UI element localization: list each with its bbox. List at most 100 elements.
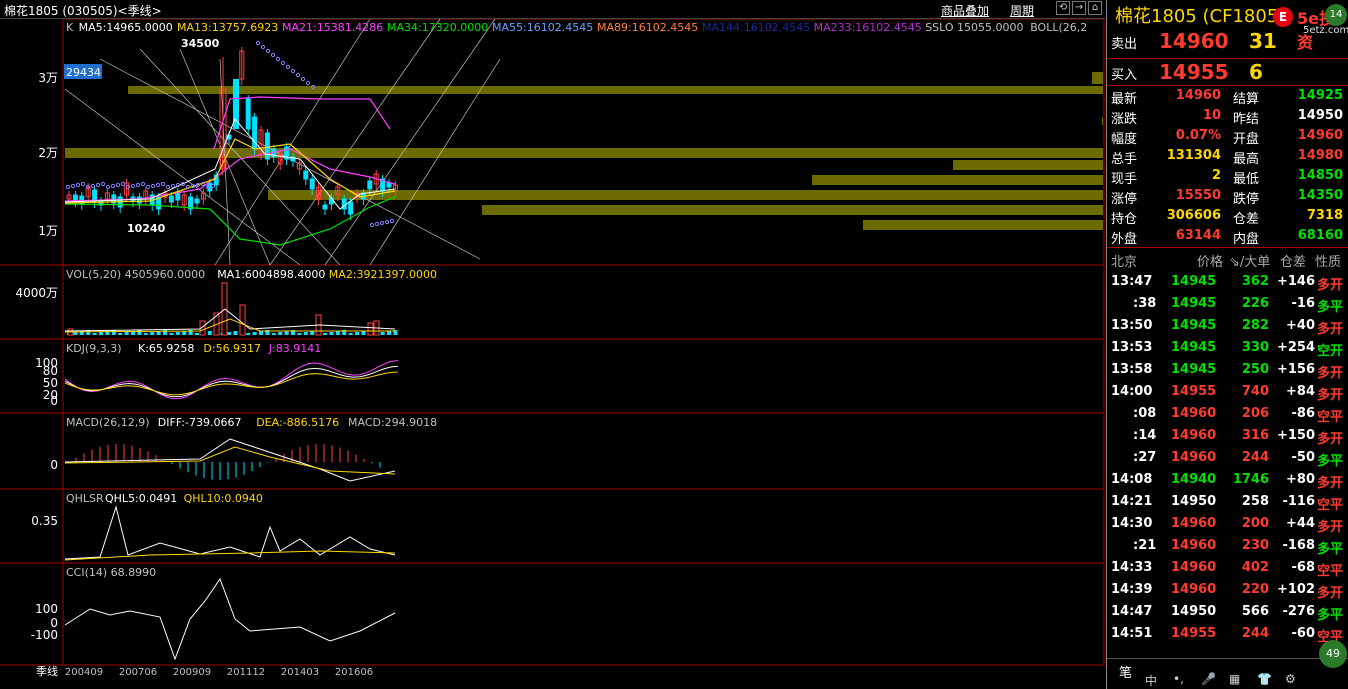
tick-nature: 多开 xyxy=(1317,388,1344,403)
stat-value: 14980 xyxy=(1297,148,1343,163)
tick-price: 14960 xyxy=(1171,582,1217,597)
sar-dot xyxy=(150,183,156,189)
cci-line xyxy=(64,577,396,661)
legend-item: QHL5:0.0491 xyxy=(105,492,177,505)
overlay-button[interactable]: 商品叠加 xyxy=(941,2,989,19)
volume-bar xyxy=(124,332,129,335)
tick-row[interactable]: 13:50 14945 282 +40 多开 xyxy=(1107,315,1348,337)
legend-item: D:56.9317 xyxy=(203,342,261,355)
tick-oi-change: +150 xyxy=(1276,428,1315,443)
tick-volume: 362 xyxy=(1241,274,1269,289)
macd-diff-line xyxy=(64,438,396,482)
toolbar-icon[interactable]: 🎤 xyxy=(1201,672,1216,686)
volume-profile-bar xyxy=(1102,117,1103,125)
chart-header: 棉花1805 (030505)<季线> 商品叠加 周期 ⟲ → ⌂ xyxy=(0,0,1105,19)
tick-row[interactable]: :21 14960 230 -168 多平 xyxy=(1107,535,1348,557)
tick-row[interactable]: :38 14945 226 -16 多平 xyxy=(1107,293,1348,315)
stat-label: 总手 xyxy=(1111,152,1138,167)
candle-body xyxy=(386,182,392,188)
candle-body xyxy=(322,204,328,210)
tick-row[interactable]: 14:47 14950 566 -276 多平 xyxy=(1107,601,1348,623)
tick-row[interactable]: 14:51 14955 244 -60 空平 xyxy=(1107,623,1348,645)
sar-dot xyxy=(90,183,96,189)
toolbar-icon[interactable]: 👕 xyxy=(1257,672,1272,686)
toolbar-icon[interactable]: ▦ xyxy=(1229,672,1240,686)
volume-bar xyxy=(348,333,353,335)
stat-label: 结算 xyxy=(1233,92,1260,107)
volume-bar xyxy=(246,333,251,335)
tick-row[interactable]: 13:53 14945 330 +254 空开 xyxy=(1107,337,1348,359)
volume-bar xyxy=(259,331,263,335)
tick-row[interactable]: 14:33 14960 402 -68 空平 xyxy=(1107,557,1348,579)
volume-bar xyxy=(387,331,391,335)
toolbar-icon[interactable]: 中 xyxy=(1145,672,1157,689)
price-axis-label: 1万 xyxy=(38,224,58,238)
kline-chart-area[interactable]: 3万2万1万4000万100805020000.351000-100季线 2004… xyxy=(0,19,1105,689)
tick-oi-change: +84 xyxy=(1286,384,1315,399)
tick-row[interactable]: :27 14960 244 -50 多平 xyxy=(1107,447,1348,469)
cursor-value: 29434 xyxy=(66,66,101,79)
sar-dot xyxy=(165,184,171,190)
legend-item: CCI(14) 68.8990 xyxy=(66,566,156,579)
tick-time: 13:50 xyxy=(1111,318,1153,333)
forward-icon[interactable]: → xyxy=(1072,1,1086,15)
stat-value: 15550 xyxy=(1175,188,1221,203)
sar-dot xyxy=(210,183,216,189)
tick-row[interactable]: 14:30 14960 200 +44 多开 xyxy=(1107,513,1348,535)
tick-price: 14960 xyxy=(1171,428,1217,443)
tick-price: 14960 xyxy=(1171,538,1217,553)
quote-panel: 棉花1805 (CF1805) E 5e投资 5etz.com 卖出 14960… xyxy=(1106,0,1348,689)
sar-dot xyxy=(255,40,261,46)
sar-dot xyxy=(369,222,375,228)
stat-value: 14350 xyxy=(1297,188,1343,203)
tick-nature: 多开 xyxy=(1317,476,1344,491)
tick-nature: 多平 xyxy=(1317,542,1344,557)
tick-volume: 316 xyxy=(1241,428,1269,443)
tick-time: 14:08 xyxy=(1111,472,1153,487)
tick-row[interactable]: 14:08 14940 1746 +80 多开 xyxy=(1107,469,1348,491)
tick-price: 14945 xyxy=(1171,362,1217,377)
tick-oi-change: -168 xyxy=(1282,538,1315,553)
period-button[interactable]: 周期 xyxy=(1010,2,1034,19)
volume-bar xyxy=(284,331,289,335)
ime-toolbar[interactable]: 中 •, 🎤 ▦ 👕 ⚙ xyxy=(1145,672,1345,689)
legend-item: J:83.9141 xyxy=(268,342,321,355)
sar-dot xyxy=(70,183,76,189)
tick-row[interactable]: 14:00 14955 740 +84 多开 xyxy=(1107,381,1348,403)
tick-time: :27 xyxy=(1133,450,1157,465)
tick-row[interactable]: 14:39 14960 220 +102 多开 xyxy=(1107,579,1348,601)
tick-time: 13:53 xyxy=(1111,340,1153,355)
corner-badge[interactable]: 49 xyxy=(1319,640,1347,668)
tick-volume: 1746 xyxy=(1232,472,1269,487)
candle-body xyxy=(348,201,354,215)
volume-bar xyxy=(150,332,155,335)
tick-oi-change: -68 xyxy=(1291,560,1316,575)
stat-value: 63144 xyxy=(1175,228,1221,243)
home-icon[interactable]: ⌂ xyxy=(1088,1,1102,15)
tick-time: 14:00 xyxy=(1111,384,1153,399)
sar-dot xyxy=(175,182,181,188)
sar-dot xyxy=(384,219,390,225)
sar-dot xyxy=(185,184,191,190)
tick-time: :14 xyxy=(1133,428,1157,443)
sar-dot xyxy=(300,76,306,82)
tick-row[interactable]: 14:21 14950 258 -116 空平 xyxy=(1107,491,1348,513)
tick-row[interactable]: :08 14960 206 -86 空平 xyxy=(1107,403,1348,425)
sar-dot xyxy=(295,72,301,78)
sar-dot xyxy=(290,68,296,74)
tick-row[interactable]: 13:58 14945 250 +156 多开 xyxy=(1107,359,1348,381)
tick-row[interactable]: :14 14960 316 +150 多开 xyxy=(1107,425,1348,447)
volume-profile-bar xyxy=(128,86,1103,94)
stat-value: 14925 xyxy=(1297,88,1343,103)
legend-item: SSLO 15055.0000 xyxy=(925,21,1023,34)
kdj-k-line xyxy=(64,365,398,398)
stat-label: 跌停 xyxy=(1233,192,1260,207)
sar-dot xyxy=(105,184,111,190)
sar-dot xyxy=(140,181,146,187)
tick-price: 14960 xyxy=(1171,406,1217,421)
toolbar-icon[interactable]: ⚙ xyxy=(1285,672,1296,686)
tick-row[interactable]: 13:47 14945 362 +146 多开 xyxy=(1107,271,1348,293)
top-corner-badge[interactable]: 14 xyxy=(1325,4,1347,26)
back-icon[interactable]: ⟲ xyxy=(1056,1,1070,15)
toolbar-icon[interactable]: •, xyxy=(1173,672,1184,686)
